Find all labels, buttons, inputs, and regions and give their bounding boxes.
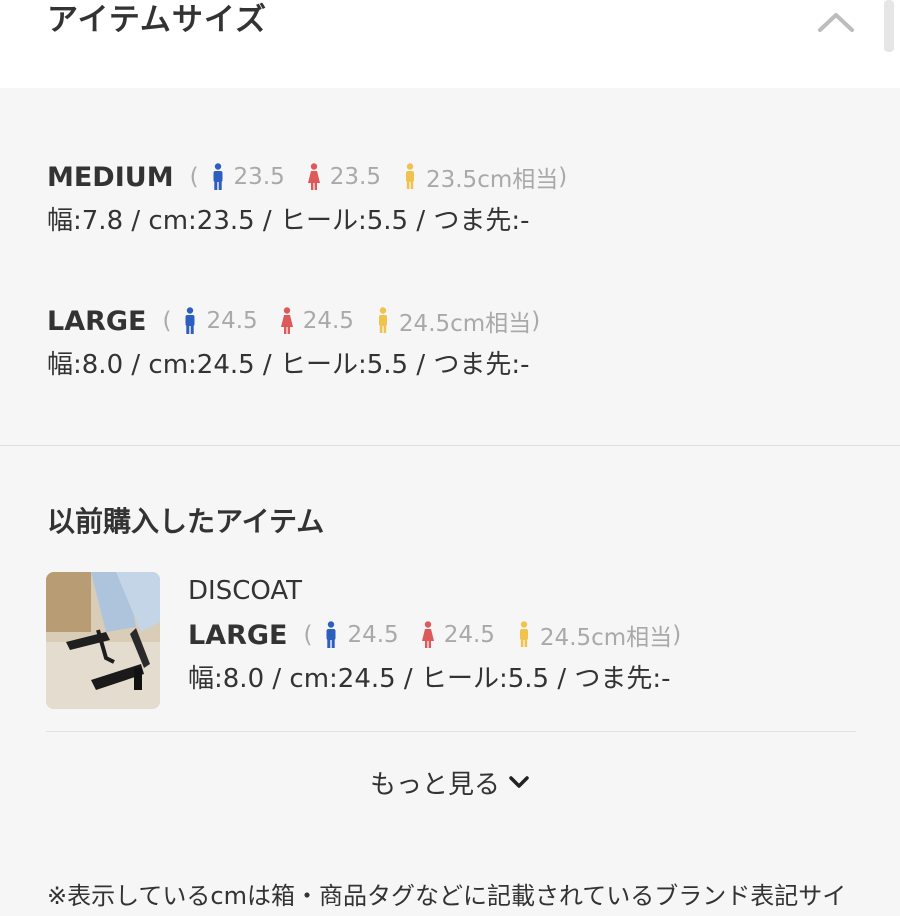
size-spec: 幅:8.0 / cm:24.5 / ヒール:5.5 / つま先:- xyxy=(47,350,530,380)
product-photo xyxy=(46,572,160,709)
chevron-up-icon[interactable] xyxy=(816,6,856,36)
general-size-value: 24.5cm相当 xyxy=(398,311,532,337)
woman-icon xyxy=(280,307,293,334)
woman-icon xyxy=(307,163,320,190)
scrollbar[interactable] xyxy=(884,0,894,52)
men-size-value: 24.5 xyxy=(206,308,258,334)
paren-open: ( xyxy=(189,164,199,190)
men-size-value: 24.5 xyxy=(347,622,399,648)
size-name: MEDIUM xyxy=(47,161,174,193)
men-size-value: 23.5 xyxy=(233,164,285,190)
person-icon xyxy=(519,621,528,647)
header: アイテムサイズ xyxy=(0,0,900,88)
paren-open: ( xyxy=(303,622,313,648)
list-separator xyxy=(46,731,856,732)
show-more-label: もっと見る xyxy=(369,769,500,800)
size-entry-medium: MEDIUM ( 23.5 23.5 23.5cm相当 ) 幅:7.8 / cm… xyxy=(47,157,567,241)
general-size-value: 23.5cm相当 xyxy=(425,167,559,193)
women-size-value: 23.5 xyxy=(329,164,381,190)
size-name: LARGE xyxy=(188,619,288,651)
size-entry-large: LARGE ( 24.5 24.5 24.5cm相当 ) 幅:8.0 / cm:… xyxy=(47,301,540,385)
paren-close: ) xyxy=(531,308,541,334)
man-icon xyxy=(185,307,195,334)
person-icon xyxy=(378,307,387,333)
previous-items-title: 以前購入したアイテム xyxy=(47,505,325,538)
general-size-value: 24.5cm相当 xyxy=(539,625,673,651)
product-thumbnail[interactable] xyxy=(46,572,160,709)
women-size-value: 24.5 xyxy=(443,622,495,648)
section-title-item-size: アイテムサイズ xyxy=(47,2,267,38)
section-divider xyxy=(0,445,900,446)
man-icon xyxy=(213,163,223,190)
footnote: ※表示しているcmは箱・商品タグなどに記載されているブランド表記サイ xyxy=(47,882,847,910)
size-name: LARGE xyxy=(47,305,147,337)
size-spec: 幅:8.0 / cm:24.5 / ヒール:5.5 / つま先:- xyxy=(188,664,671,694)
woman-icon xyxy=(421,621,434,648)
man-icon xyxy=(326,621,336,648)
chevron-down-icon xyxy=(509,776,529,788)
person-icon xyxy=(405,163,414,189)
paren-close: ) xyxy=(558,164,568,190)
previous-item-size: LARGE ( 24.5 24.5 24.5cm相当 ) 幅:8.0 / cm:… xyxy=(188,615,681,699)
paren-close: ) xyxy=(672,622,682,648)
size-spec: 幅:7.8 / cm:23.5 / ヒール:5.5 / つま先:- xyxy=(47,206,530,236)
product-brand: DISCOAT xyxy=(188,576,303,606)
show-more-button[interactable]: もっと見る xyxy=(0,760,900,804)
women-size-value: 24.5 xyxy=(302,308,354,334)
paren-open: ( xyxy=(162,308,172,334)
